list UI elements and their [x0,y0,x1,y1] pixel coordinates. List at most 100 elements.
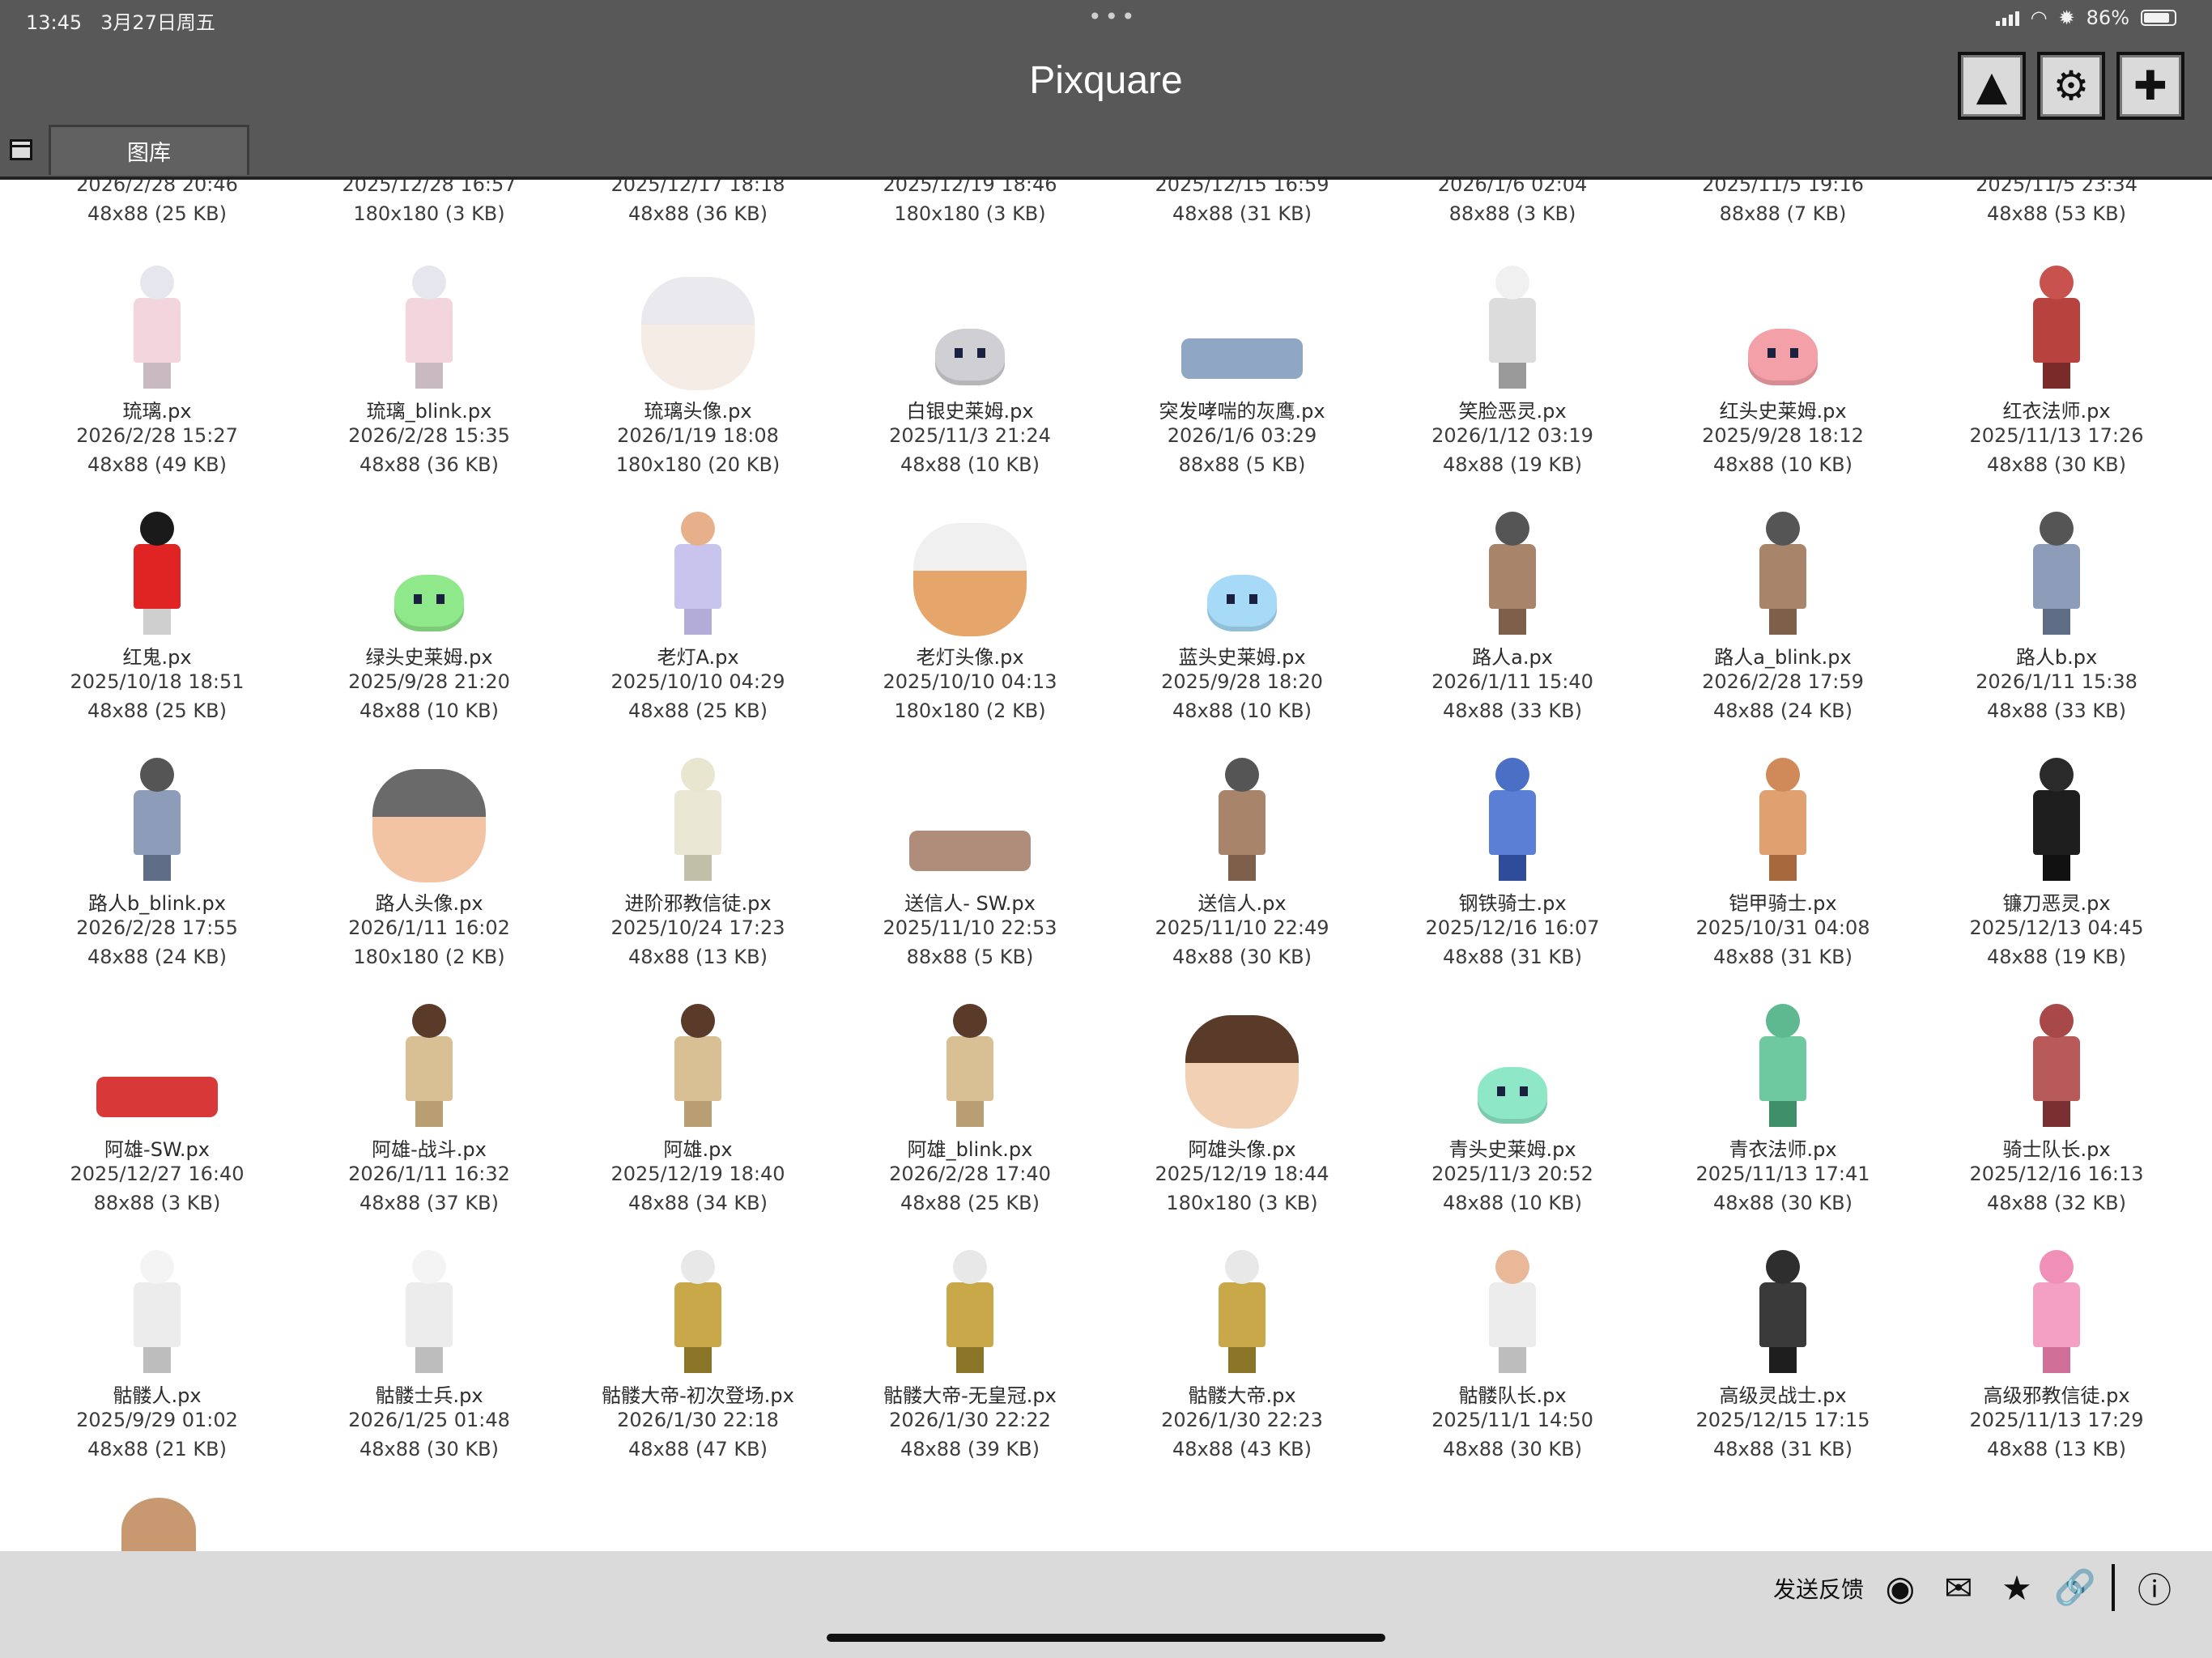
tile-thumbnail[interactable] [633,745,763,882]
gallery-tile[interactable]: 青衣法师.px 2025/11/13 17:41 48x88 (30 KB) [1647,984,1919,1231]
tab-gallery[interactable]: 图库 [49,125,249,175]
gallery-tile[interactable]: 蓝头史莱姆.px 2025/9/28 18:20 48x88 (10 KB) [1106,492,1378,738]
gallery-tile[interactable]: 2025/11/5 23:34 48x88 (53 KB) [1921,180,2193,238]
gallery-tile[interactable]: 白银史莱姆.px 2025/11/3 21:24 48x88 (10 KB) [834,246,1106,492]
tile-thumbnail[interactable] [364,253,494,390]
tile-thumbnail[interactable] [905,253,1035,390]
gallery-tile[interactable]: 路人a_blink.px 2026/2/28 17:59 48x88 (24 KB) [1647,492,1919,738]
tile-thumbnail[interactable] [1992,499,2121,636]
tile-thumbnail[interactable] [633,1237,763,1375]
tile-thumbnail[interactable] [364,745,494,882]
gallery-tile[interactable]: 2025/12/17 18:18 48x88 (36 KB) [562,180,834,238]
gallery-tile[interactable]: 骷髅人.px 2025/9/29 01:02 48x88 (21 KB) [21,1231,293,1477]
tile-thumbnail[interactable] [1448,253,1577,390]
tile-thumbnail[interactable] [1177,1237,1307,1375]
tile-thumbnail[interactable] [1992,253,2121,390]
gallery-tile[interactable]: 红衣法师.px 2025/11/13 17:26 48x88 (30 KB) [1921,246,2193,492]
star-icon[interactable]: ★ [1995,1566,2039,1609]
gallery-tile[interactable]: 2025/11/5 19:16 88x88 (7 KB) [1647,180,1919,238]
gallery-tile[interactable]: 笑脸恶灵.px 2026/1/12 03:19 48x88 (19 KB) [1376,246,1648,492]
tile-thumbnail[interactable] [364,1237,494,1375]
gallery-tile[interactable]: 路人b_blink.px 2026/2/28 17:55 48x88 (24 KB) [21,738,293,984]
tile-thumbnail[interactable] [1448,1237,1577,1375]
tile-thumbnail[interactable] [1177,253,1307,390]
gallery-tile[interactable]: 阿雄.px 2025/12/19 18:40 48x88 (34 KB) [562,984,834,1231]
tile-thumbnail[interactable] [633,991,763,1129]
mail-icon[interactable]: ✉ [1937,1566,1980,1609]
ghost-button[interactable]: ▲ [1958,52,2026,120]
gallery-tile[interactable]: 骷髅大帝-无皇冠.px 2026/1/30 22:22 48x88 (39 KB) [834,1231,1106,1477]
gallery-tile[interactable]: 2026/1/6 02:04 88x88 (3 KB) [1376,180,1648,238]
gallery-tile[interactable]: 送信人.px 2025/11/10 22:49 48x88 (30 KB) [1106,738,1378,984]
gallery-tile[interactable]: 路人a.px 2026/1/11 15:40 48x88 (33 KB) [1376,492,1648,738]
gallery-tile[interactable]: 进阶邪教信徒.px 2025/10/24 17:23 48x88 (13 KB) [562,738,834,984]
tile-thumbnail[interactable] [1448,499,1577,636]
sidebar-toggle-icon[interactable] [10,139,32,160]
gallery-tile[interactable]: 红头史莱姆.px 2025/9/28 18:12 48x88 (10 KB) [1647,246,1919,492]
gallery-tile[interactable]: 阿雄_blink.px 2026/2/28 17:40 48x88 (25 KB) [834,984,1106,1231]
gallery-tile[interactable]: 2025/12/28 16:57 180x180 (3 KB) [293,180,565,238]
gallery-tile[interactable]: 老灯A.px 2025/10/10 04:29 48x88 (25 KB) [562,492,834,738]
gallery-tile[interactable]: 高级邪教信徒.px 2025/11/13 17:29 48x88 (13 KB) [1921,1231,2193,1477]
tile-thumbnail[interactable] [1718,253,1848,390]
gallery-tile[interactable]: 骑士队长.px 2025/12/16 16:13 48x88 (32 KB) [1921,984,2193,1231]
tile-thumbnail[interactable] [633,253,763,390]
tile-thumbnail[interactable] [364,991,494,1129]
gallery-tile[interactable]: 骷髅大帝-初次登场.px 2026/1/30 22:18 48x88 (47 KB) [562,1231,834,1477]
gallery-tile[interactable]: 2026/2/28 20:46 48x88 (25 KB) [21,180,293,238]
gallery-tile[interactable]: 琉璃.px 2026/2/28 15:27 48x88 (49 KB) [21,246,293,492]
gallery-tile[interactable]: 青头史莱姆.px 2025/11/3 20:52 48x88 (10 KB) [1376,984,1648,1231]
gallery-tile[interactable]: 阿雄-SW.px 2025/12/27 16:40 88x88 (3 KB) [21,984,293,1231]
gallery-tile[interactable]: 钢铁骑士.px 2025/12/16 16:07 48x88 (31 KB) [1376,738,1648,984]
tile-thumbnail[interactable] [1177,745,1307,882]
tile-thumbnail[interactable] [92,499,222,636]
gallery-tile[interactable]: 2025/12/15 16:59 48x88 (31 KB) [1106,180,1378,238]
gallery-tile[interactable]: 镰刀恶灵.px 2025/12/13 04:45 48x88 (19 KB) [1921,738,2193,984]
tile-thumbnail[interactable] [1718,499,1848,636]
tile-thumbnail[interactable] [1448,991,1577,1129]
add-button[interactable]: ✚ [2116,52,2184,120]
tile-thumbnail[interactable] [1448,745,1577,882]
tile-thumbnail[interactable] [92,1237,222,1375]
gallery-tile[interactable]: 2025/12/19 18:46 180x180 (3 KB) [834,180,1106,238]
link-icon[interactable]: 🔗 [2053,1566,2097,1609]
gallery-tile[interactable]: 骷髅大帝.px 2026/1/30 22:23 48x88 (43 KB) [1106,1231,1378,1477]
tile-thumbnail[interactable] [1718,991,1848,1129]
gallery-tile[interactable]: 铠甲骑士.px 2025/10/31 04:08 48x88 (31 KB) [1647,738,1919,984]
tile-thumbnail[interactable] [92,253,222,390]
settings-button[interactable]: ⚙ [2037,52,2105,120]
feedback-label[interactable]: 发送反馈 [1773,1572,1864,1605]
multitasking-dots-icon[interactable]: ••• [1088,3,1138,30]
gallery-tile[interactable]: 突发哮喘的灰鹰.px 2026/1/6 03:29 88x88 (5 KB) [1106,246,1378,492]
gallery-tile[interactable]: 红鬼.px 2025/10/18 18:51 48x88 (25 KB) [21,492,293,738]
gallery-tile[interactable]: 阿雄-战斗.px 2026/1/11 16:32 48x88 (37 KB) [293,984,565,1231]
gallery-tile[interactable]: 骷髅士兵.px 2026/1/25 01:48 48x88 (30 KB) [293,1231,565,1477]
tile-thumbnail[interactable] [633,499,763,636]
tile-thumbnail[interactable] [364,499,494,636]
tile-thumbnail[interactable] [1718,745,1848,882]
tile-thumbnail[interactable] [905,991,1035,1129]
tile-thumbnail[interactable] [1992,1237,2121,1375]
gallery-tile[interactable]: 老灯头像.px 2025/10/10 04:13 180x180 (2 KB) [834,492,1106,738]
tile-thumbnail[interactable] [1177,499,1307,636]
gallery-tile[interactable]: 路人头像.px 2026/1/11 16:02 180x180 (2 KB) [293,738,565,984]
gallery-tile[interactable]: 琉璃头像.px 2026/1/19 18:08 180x180 (20 KB) [562,246,834,492]
gallery-tile[interactable]: 琉璃_blink.px 2026/2/28 15:35 48x88 (36 KB) [293,246,565,492]
tile-thumbnail[interactable] [905,499,1035,636]
gallery-tile[interactable]: 送信人- SW.px 2025/11/10 22:53 88x88 (5 KB) [834,738,1106,984]
home-indicator[interactable] [827,1634,1385,1642]
gallery-tile[interactable]: 高级灵战士.px 2025/12/15 17:15 48x88 (31 KB) [1647,1231,1919,1477]
tile-thumbnail[interactable] [1992,745,2121,882]
discord-icon[interactable]: ◉ [1878,1566,1922,1609]
gallery-tile[interactable]: 绿头史莱姆.px 2025/9/28 21:20 48x88 (10 KB) [293,492,565,738]
gallery-tile[interactable]: 阿雄头像.px 2025/12/19 18:44 180x180 (3 KB) [1106,984,1378,1231]
tile-thumbnail[interactable] [92,991,222,1129]
gallery-tile[interactable]: 骷髅队长.px 2025/11/1 14:50 48x88 (30 KB) [1376,1231,1648,1477]
gallery-tile[interactable]: 路人b.px 2026/1/11 15:38 48x88 (33 KB) [1921,492,2193,738]
tile-thumbnail[interactable] [1992,991,2121,1129]
info-icon[interactable]: ⓘ [2133,1566,2176,1610]
tile-thumbnail[interactable] [905,745,1035,882]
tile-thumbnail[interactable] [1177,991,1307,1129]
tile-thumbnail[interactable] [92,745,222,882]
tile-thumbnail[interactable] [905,1237,1035,1375]
